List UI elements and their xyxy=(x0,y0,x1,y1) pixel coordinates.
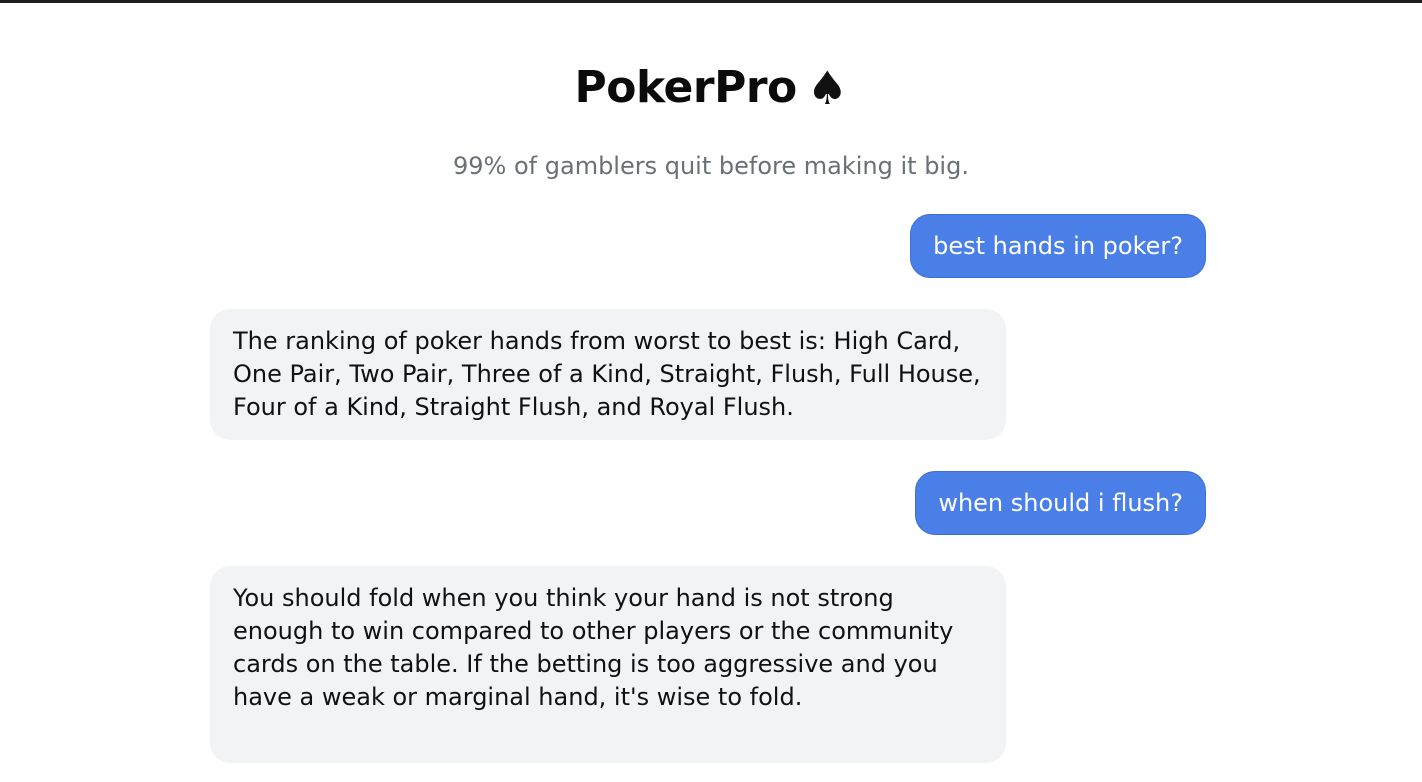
app-title: PokerPro xyxy=(574,62,797,113)
message-text: The ranking of poker hands from worst to… xyxy=(233,327,981,421)
assistant-message: You should fold when you think your hand… xyxy=(210,566,1006,763)
message-text: You should fold when you think your hand… xyxy=(233,584,954,711)
spade-icon: ♠ xyxy=(806,61,848,115)
user-message: best hands in poker? xyxy=(910,214,1206,278)
tagline: 99% of gamblers quit before making it bi… xyxy=(453,152,969,180)
assistant-message: The ranking of poker hands from worst to… xyxy=(210,309,1006,440)
message-text: when should i flush? xyxy=(938,488,1183,517)
user-message: when should i flush? xyxy=(915,471,1206,535)
chat-page: PokerPro ♠ 99% of gamblers quit before m… xyxy=(0,0,1422,782)
page-title: PokerPro ♠ xyxy=(574,58,848,118)
message-text: best hands in poker? xyxy=(933,231,1183,260)
top-border xyxy=(0,0,1422,3)
header: PokerPro ♠ xyxy=(0,58,1422,118)
